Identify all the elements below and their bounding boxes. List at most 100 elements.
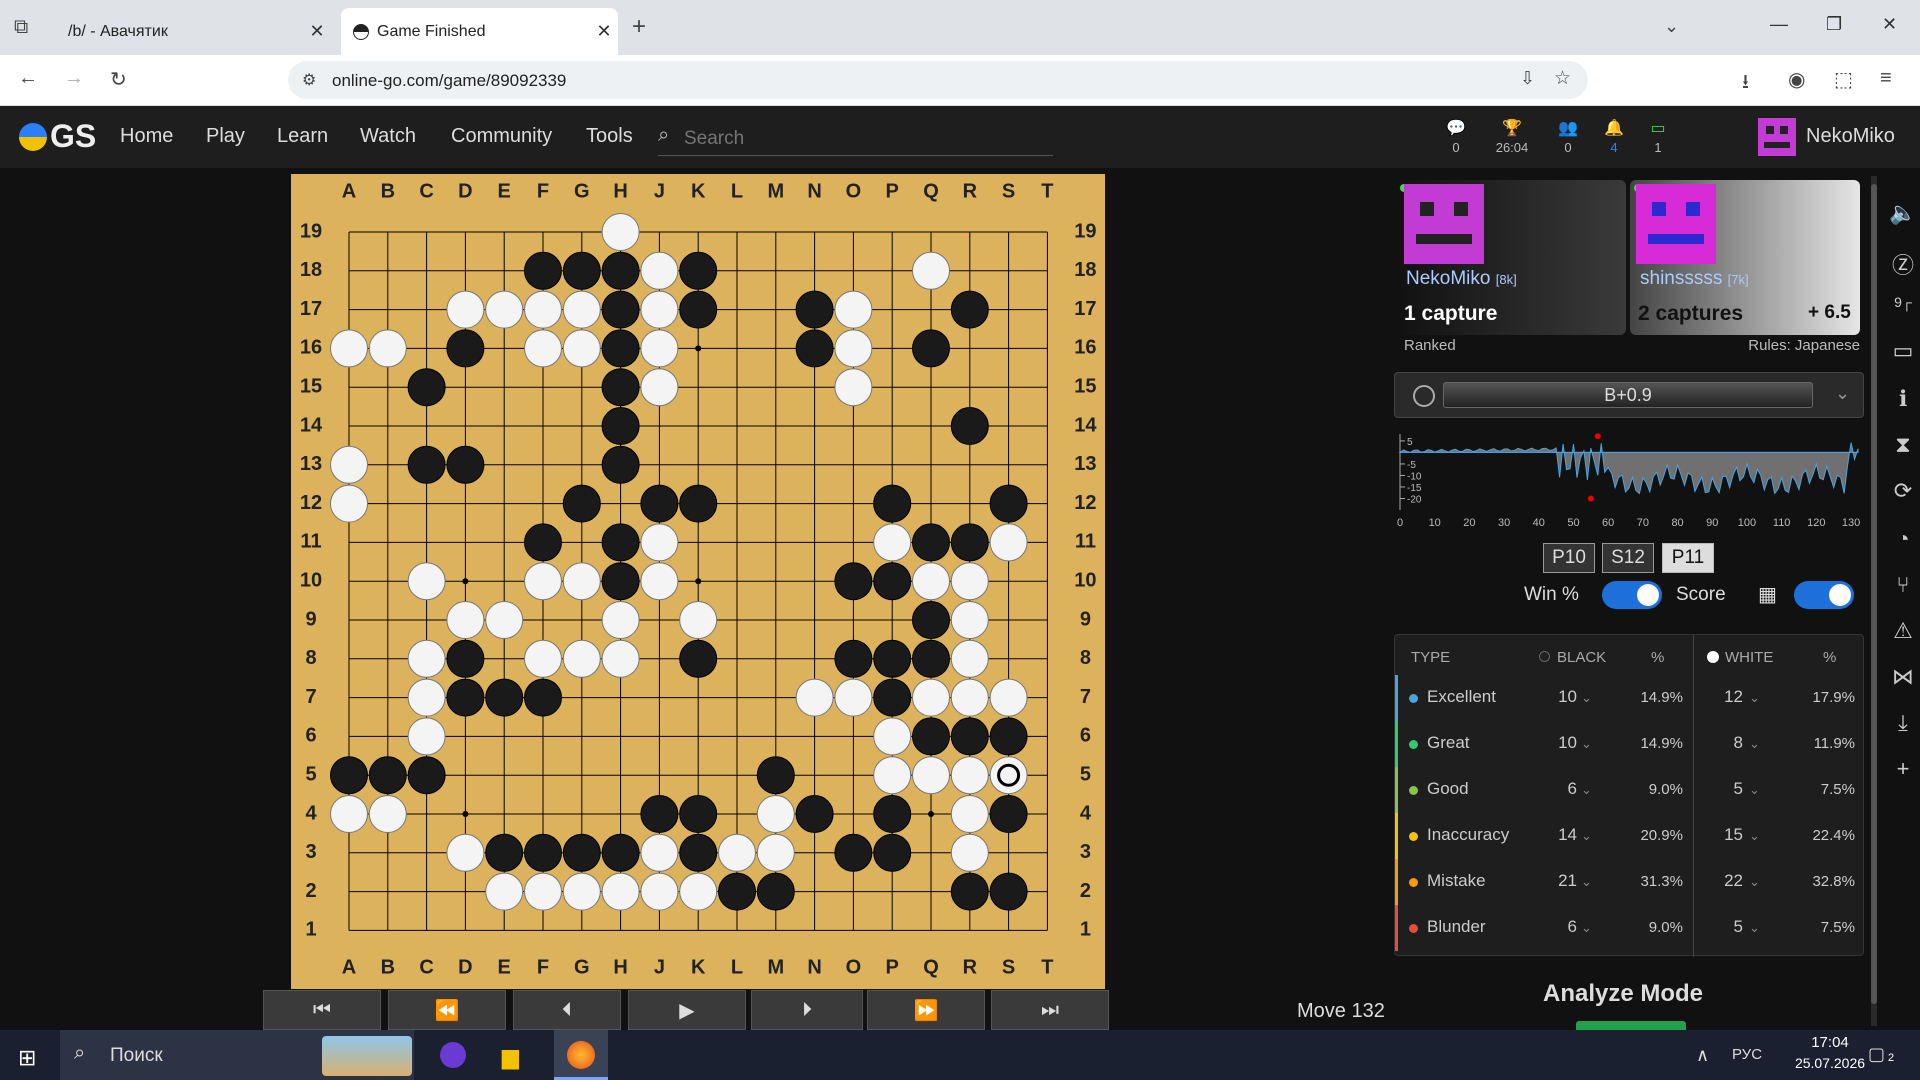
white-stone[interactable] <box>407 562 446 601</box>
black-stone[interactable] <box>446 639 485 678</box>
tray-chevron-icon[interactable]: ∧ <box>1696 1045 1709 1066</box>
scrollbar[interactable] <box>1871 176 1877 1026</box>
reload-icon[interactable]: ↻ <box>110 67 127 92</box>
black-stone[interactable] <box>601 407 640 445</box>
tab-game-finished[interactable]: Game Finished ✕ <box>341 8 618 55</box>
black-stone[interactable] <box>407 756 446 795</box>
coordinates-icon[interactable]: 9┌ <box>1888 294 1918 310</box>
volume-icon[interactable]: 🔈 <box>1888 200 1918 226</box>
white-stone[interactable] <box>640 833 679 872</box>
black-stone[interactable] <box>407 445 446 484</box>
black-stone[interactable] <box>950 523 989 562</box>
white-stone[interactable] <box>407 678 446 717</box>
white-stone[interactable] <box>756 795 795 833</box>
white-stone[interactable] <box>446 601 485 639</box>
menu-icon[interactable]: ≡ <box>1880 67 1892 90</box>
white-stone[interactable] <box>368 329 407 368</box>
table-icon[interactable]: ▦ <box>1758 582 1777 607</box>
black-player-name[interactable]: NekoMiko [8k] <box>1406 268 1517 290</box>
app-icon[interactable] <box>440 1042 466 1068</box>
black-stone[interactable] <box>912 639 950 678</box>
white-stone[interactable] <box>562 290 601 329</box>
black-stone[interactable] <box>562 833 601 872</box>
black-stone[interactable] <box>640 795 679 833</box>
black-count[interactable]: 10 <box>1547 687 1577 707</box>
white-stone[interactable] <box>524 329 562 368</box>
black-stone[interactable] <box>679 290 718 329</box>
black-stone[interactable] <box>679 795 718 833</box>
chevron-down-icon[interactable]: ⌄ <box>1749 920 1760 936</box>
white-stone[interactable] <box>330 445 368 484</box>
firefox-taskbar-item[interactable] <box>554 1030 608 1080</box>
white-count[interactable]: 5 <box>1713 779 1743 799</box>
taskbar-search[interactable]: ⌕ Поиск <box>60 1030 414 1080</box>
white-stone[interactable] <box>950 601 989 639</box>
scrollbar-thumb[interactable] <box>1871 184 1877 1004</box>
logo-text[interactable]: GS <box>50 118 96 155</box>
black-stone[interactable] <box>601 368 640 407</box>
black-stone[interactable] <box>368 756 407 795</box>
notifications-icon[interactable]: ▢ <box>1868 1044 1885 1065</box>
white-stone[interactable] <box>562 639 601 678</box>
white-stone[interactable] <box>912 251 950 290</box>
white-stone[interactable] <box>601 601 640 639</box>
black-stone[interactable] <box>989 795 1028 833</box>
search-box[interactable]: ⌕ <box>658 124 1053 156</box>
black-stone[interactable] <box>873 484 912 523</box>
minimize-button[interactable]: — <box>1770 14 1788 35</box>
logo-globe-icon[interactable] <box>19 123 47 151</box>
white-stone[interactable] <box>601 872 640 911</box>
black-stone[interactable] <box>795 795 834 833</box>
address-bar[interactable]: ⚙ online-go.com/game/89092339 ⇩ ☆ <box>288 61 1588 99</box>
white-count[interactable]: 12 <box>1713 687 1743 707</box>
variation-s12-button[interactable]: S12 <box>1602 543 1654 573</box>
black-count[interactable]: 6 <box>1547 917 1577 937</box>
black-stone[interactable] <box>912 523 950 562</box>
black-stone[interactable] <box>524 678 562 717</box>
black-stone[interactable] <box>718 872 756 911</box>
nav-tools[interactable]: Tools <box>586 125 633 148</box>
clock[interactable]: 17:04 25.07.2026 <box>1780 1034 1880 1071</box>
white-stone[interactable] <box>407 639 446 678</box>
tree-icon[interactable]: ⧗ <box>1888 432 1918 458</box>
back-ten-button[interactable]: ⏪ <box>388 990 506 1030</box>
first-move-button[interactable]: ⏮ <box>263 990 381 1030</box>
blunder-marker[interactable] <box>1594 433 1601 440</box>
white-stone[interactable] <box>640 368 679 407</box>
stats-row-good[interactable]: Good 6 ⌄ 9.0% 5 ⌄ 7.5% <box>1395 767 1865 813</box>
white-stone[interactable] <box>912 756 950 795</box>
black-stone[interactable] <box>562 251 601 290</box>
bookmark-star-icon[interactable]: ☆ <box>1554 67 1571 90</box>
black-stone[interactable] <box>989 872 1028 911</box>
black-stone[interactable] <box>679 639 718 678</box>
white-stone[interactable] <box>989 678 1028 717</box>
black-player-card[interactable]: NekoMiko [8k] 1 capture <box>1396 180 1626 335</box>
white-stone[interactable] <box>485 872 524 911</box>
white-stone[interactable] <box>950 795 989 833</box>
chevron-down-icon[interactable]: ⌄ <box>1749 690 1760 706</box>
file-explorer-icon[interactable]: ▆ <box>502 1044 519 1070</box>
white-stone[interactable] <box>950 833 989 872</box>
stats-row-inaccuracy[interactable]: Inaccuracy 14 ⌄ 20.9% 15 ⌄ 22.4% <box>1395 813 1865 859</box>
black-stone[interactable] <box>912 329 950 368</box>
white-stone[interactable] <box>640 872 679 911</box>
black-stone[interactable] <box>950 407 989 445</box>
chevron-down-icon[interactable]: ⌄ <box>1835 383 1850 404</box>
white-stone[interactable] <box>834 678 873 717</box>
white-stone[interactable] <box>640 523 679 562</box>
chevron-down-icon[interactable]: ⌄ <box>1664 16 1679 37</box>
white-stone[interactable] <box>562 562 601 601</box>
black-stone[interactable] <box>989 717 1028 756</box>
win-pct-toggle[interactable] <box>1602 581 1662 609</box>
go-board[interactable]: A A B B C C D D E E F F G G H H J J K K L L M M N N O O P P Q Q R R S S T T 19… <box>291 174 1105 989</box>
white-stone[interactable] <box>601 639 640 678</box>
white-stone[interactable] <box>679 601 718 639</box>
black-stone[interactable] <box>873 678 912 717</box>
white-count[interactable]: 22 <box>1713 871 1743 891</box>
black-stone[interactable] <box>873 833 912 872</box>
chevron-down-icon[interactable]: ⌄ <box>1581 690 1592 706</box>
black-count[interactable]: 6 <box>1547 779 1577 799</box>
white-player-name[interactable]: shinsssss [7k] <box>1640 268 1749 290</box>
black-stone[interactable] <box>524 523 562 562</box>
black-stone[interactable] <box>912 601 950 639</box>
